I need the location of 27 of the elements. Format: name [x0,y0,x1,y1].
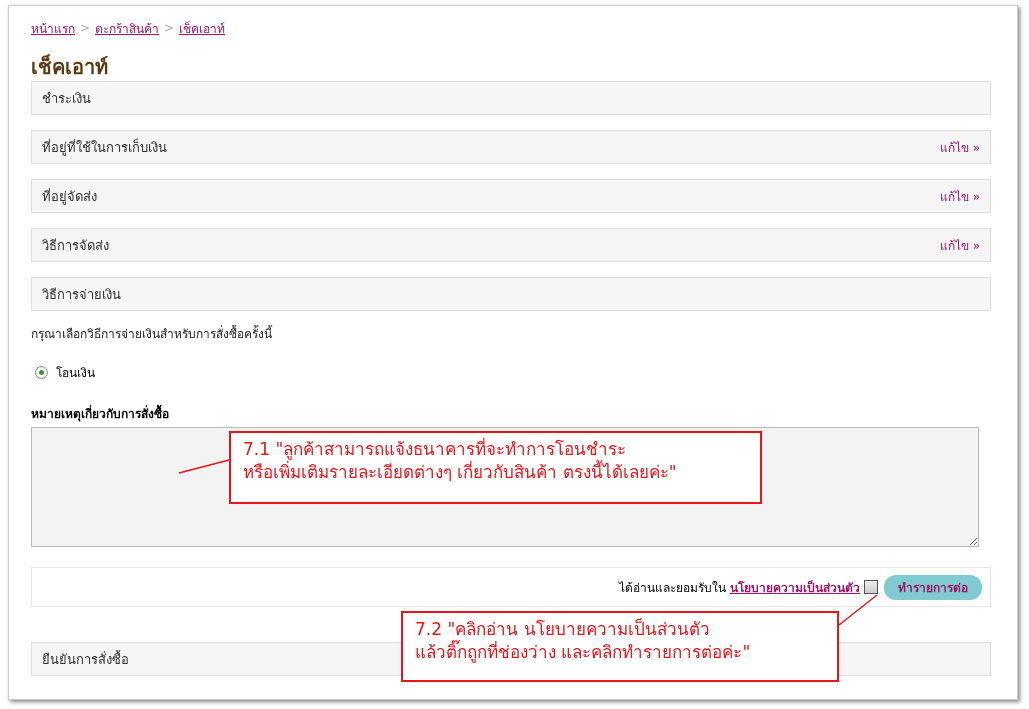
breadcrumb-link[interactable]: หน้าแรก [31,18,75,38]
continue-button[interactable]: ทำรายการต่อ [884,574,982,600]
section-title: ที่อยู่ที่ใช้ในการเก็บเงิน [42,137,167,158]
privacy-policy-link[interactable]: นโยบายความเป็นส่วนตัว [730,577,860,597]
radio-label: โอนเงิน [56,364,95,382]
section-title: วิธีการจ่ายเงิน [42,285,121,304]
page-title: เช็คเอาท์ [31,53,109,81]
breadcrumb-link[interactable]: เช็คเอาท์ [179,18,226,38]
notes-label: หมายเหตุเกี่ยวกับการสั่งซื้อ [31,404,991,423]
section-title: ยืนยันการสั่งซื้อ [42,649,129,669]
breadcrumb-separator: > [80,21,91,35]
payment-instruction: กรุณาเลือกวิธีการจ่ายเงินสำหรับการสั่งซื้อครั้งนี้ [31,324,274,343]
edit-link[interactable]: แก้ไข » [939,235,980,255]
leader-line [178,459,230,474]
annotation-tooltip: 7.2 "คลิกอ่าน นโยบายความเป็นส่วนตัว แล้วติ๊กถูกที่ช่องว่าง และคลิกทำรายการต่อค่ะ" [401,611,839,682]
section-title: ที่อยู่จัดส่ง [42,187,97,207]
annotation-tooltip: 7.1 "ลูกค้าสามารถแจ้งธนาคารที่จะทำการโอนชำระ หรือเพิ่มเติมรายละเอียดต่างๆ เกี่ยวกับสินค้า ตรงนี้ได้เลยค่ะ" [229,431,762,504]
leader-line [838,594,878,626]
breadcrumb-link[interactable]: ตะกร้าสินค้า [95,18,160,38]
edit-link[interactable]: แก้ไข » [939,137,980,157]
breadcrumb-separator: > [164,21,175,35]
radio-button[interactable] [35,365,48,379]
checkbox[interactable] [864,580,878,594]
section-title: วิธีการจัดส่ง [42,236,109,255]
agreement-text: ได้อ่านและยอมรับใน [619,579,726,597]
edit-link[interactable]: แก้ไข » [939,186,980,206]
section-title: ชำระเงิน [42,89,91,108]
